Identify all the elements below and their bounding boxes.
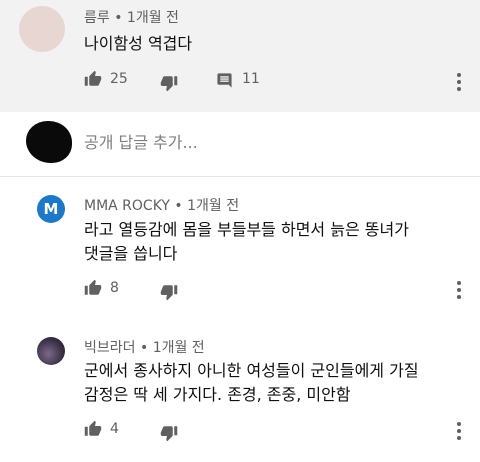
reply-placeholder: 공개 답글 추가... (84, 133, 198, 152)
dislike-icon[interactable] (160, 74, 178, 92)
comment-text: 라고 열등감에 몸을 부들부들 하면서 늙은 똥녀가 댓글을 씁니다 (84, 218, 474, 266)
like-count: 25 (110, 71, 128, 87)
author-name[interactable]: 름루 (84, 10, 110, 26)
dislike-icon[interactable] (160, 283, 178, 301)
author-name[interactable]: 빅브라더 (84, 340, 136, 356)
like-count: 8 (110, 280, 119, 296)
more-options-icon[interactable] (456, 281, 462, 299)
comment-author[interactable]: 름루 • 1개월 전 (84, 7, 179, 27)
like-count: 4 (110, 421, 119, 437)
comment-time: • 1개월 전 (139, 340, 205, 356)
more-options-icon[interactable] (456, 422, 462, 440)
comment-time: • 1개월 전 (114, 10, 179, 26)
comment-text: 군에서 종사하지 아니한 여성들이 군인들에게 가질 감정은 딱 세 가지다. … (84, 359, 474, 407)
divider (0, 176, 480, 177)
user-avatar (26, 121, 72, 163)
like-icon[interactable] (84, 279, 102, 297)
comment-author[interactable]: MMA ROCKY • 1개월 전 (84, 195, 239, 215)
comment-author[interactable]: 빅브라더 • 1개월 전 (84, 337, 205, 357)
highlighted-comment-background (0, 0, 480, 112)
comment-text: 나이함성 역겹다 (84, 34, 193, 53)
avatar[interactable]: M (37, 195, 65, 223)
reply-count[interactable]: 11 (242, 71, 260, 87)
avatar-letter: M (43, 200, 59, 218)
comment-text-line: 라고 열등감에 몸을 부들부들 하면서 늙은 똥녀가 (84, 220, 409, 239)
comment-time: • 1개월 전 (174, 198, 240, 214)
avatar[interactable] (37, 337, 65, 365)
author-name[interactable]: MMA ROCKY (84, 198, 170, 214)
dislike-icon[interactable] (160, 424, 178, 442)
reply-comment-icon[interactable] (216, 72, 233, 89)
comment-text-line: 감정은 딱 세 가지다. 존경, 존중, 미안함 (84, 385, 351, 404)
like-icon[interactable] (84, 70, 102, 88)
comment-text-line: 군에서 종사하지 아니한 여성들이 군인들에게 가질 (84, 361, 419, 380)
like-icon[interactable] (84, 420, 102, 438)
reply-input[interactable]: 공개 답글 추가... (84, 128, 454, 158)
avatar[interactable] (19, 6, 65, 52)
comment-text-line: 댓글을 씁니다 (84, 244, 178, 263)
more-options-icon[interactable] (456, 73, 462, 91)
